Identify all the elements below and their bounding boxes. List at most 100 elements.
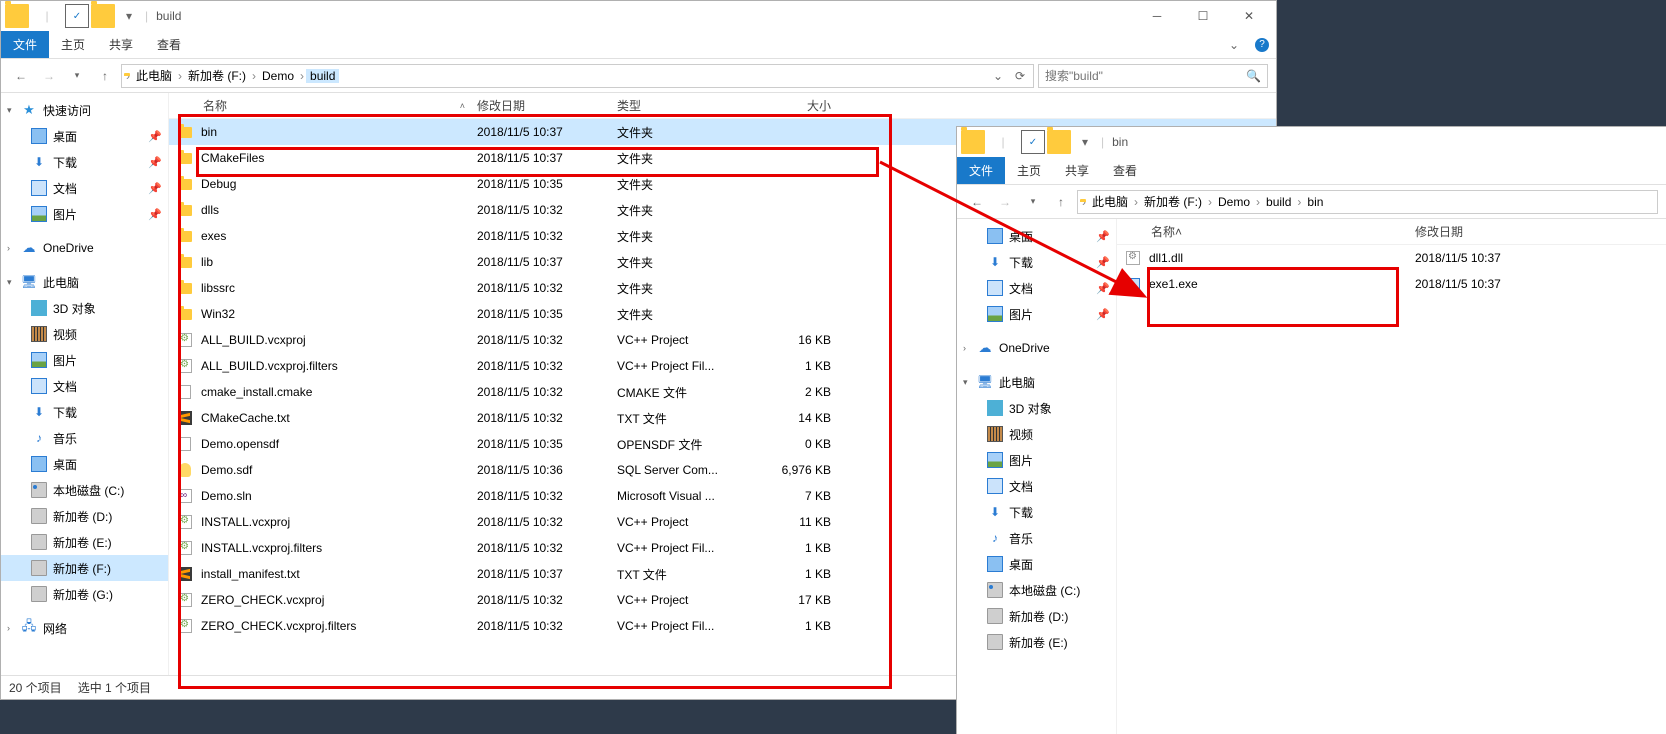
nav-item[interactable]: 新加卷 (D:) (957, 603, 1116, 629)
up-button[interactable]: ↑ (93, 64, 117, 88)
help-icon[interactable]: ? (1248, 31, 1276, 58)
nav-item-icon (31, 482, 47, 498)
nav-this-pc[interactable]: ▾🖥此电脑 (957, 369, 1116, 395)
nav-item[interactable]: 文档 (1, 373, 168, 399)
breadcrumb-seg[interactable]: Demo (258, 69, 298, 83)
breadcrumb-seg[interactable]: Demo (1214, 195, 1254, 209)
file-type: VC++ Project Fil... (609, 541, 759, 555)
address-bar[interactable]: › 此电脑 › 新加卷 (F:) › Demo › build › bin (1077, 190, 1658, 214)
nav-item[interactable]: 新加卷 (G:) (1, 581, 168, 607)
tab-file[interactable]: 文件 (957, 157, 1005, 184)
address-dropdown-icon[interactable]: ⌄ (987, 69, 1009, 83)
search-box[interactable]: 🔍 (1038, 64, 1268, 88)
chevron-right-icon[interactable]: › (176, 69, 184, 83)
nav-item[interactable]: ⬇下载 (957, 499, 1116, 525)
refresh-icon[interactable]: ⟳ (1009, 69, 1031, 83)
tab-home[interactable]: 主页 (1005, 157, 1053, 184)
tab-home[interactable]: 主页 (49, 31, 97, 58)
chevron-right-icon[interactable]: › (298, 69, 306, 83)
tab-view[interactable]: 查看 (1101, 157, 1149, 184)
nav-item[interactable]: 新加卷 (F:) (1, 555, 168, 581)
navigation-pane: 桌面📌⬇下载📌文档📌图片📌 ›☁OneDrive ▾🖥此电脑 3D 对象视频图片… (957, 219, 1117, 734)
nav-item[interactable]: ⬇下载📌 (1, 149, 168, 175)
titlebar: | ✓ ▾ | bin (957, 127, 1666, 157)
nav-item[interactable]: 新加卷 (E:) (957, 629, 1116, 655)
nav-item[interactable]: ♪音乐 (957, 525, 1116, 551)
forward-button[interactable]: → (993, 190, 1017, 214)
breadcrumb-seg[interactable]: 新加卷 (F:) (1140, 193, 1206, 210)
nav-item[interactable]: 新加卷 (D:) (1, 503, 168, 529)
breadcrumb-seg[interactable]: 新加卷 (F:) (184, 67, 250, 84)
chevron-right-icon[interactable]: › (1132, 195, 1140, 209)
nav-item[interactable]: 文档 (957, 473, 1116, 499)
nav-item[interactable]: 图片 (1, 347, 168, 373)
nav-onedrive[interactable]: ›☁OneDrive (1, 235, 168, 261)
nav-item[interactable]: 本地磁盘 (C:) (957, 577, 1116, 603)
chevron-right-icon[interactable]: › (1206, 195, 1214, 209)
up-button[interactable]: ↑ (1049, 190, 1073, 214)
column-date[interactable]: 修改日期 (469, 97, 609, 114)
chevron-right-icon[interactable]: › (1080, 195, 1088, 209)
chevron-right-icon[interactable]: › (124, 69, 132, 83)
breadcrumb-seg[interactable]: 此电脑 (1088, 193, 1132, 210)
nav-item[interactable]: 视频 (1, 321, 168, 347)
nav-item[interactable]: ⬇下载 (1, 399, 168, 425)
nav-quick-access[interactable]: ▾★快速访问 (1, 97, 168, 123)
breadcrumb-seg-current[interactable]: bin (1303, 195, 1327, 209)
nav-item[interactable]: ⬇下载📌 (957, 249, 1116, 275)
tab-share[interactable]: 共享 (97, 31, 145, 58)
nav-item[interactable]: 桌面 (1, 451, 168, 477)
nav-item-icon (31, 534, 47, 550)
nav-item[interactable]: 3D 对象 (957, 395, 1116, 421)
column-type[interactable]: 类型 (609, 97, 759, 114)
file-type: OPENSDF 文件 (609, 436, 759, 453)
chevron-right-icon[interactable]: › (1295, 195, 1303, 209)
close-button[interactable]: ✕ (1226, 2, 1272, 30)
nav-item[interactable]: 3D 对象 (1, 295, 168, 321)
tab-file[interactable]: 文件 (1, 31, 49, 58)
nav-item[interactable]: 本地磁盘 (C:) (1, 477, 168, 503)
back-button[interactable]: ← (965, 190, 989, 214)
nav-item[interactable]: 新加卷 (E:) (1, 529, 168, 555)
tab-share[interactable]: 共享 (1053, 157, 1101, 184)
qat-dropdown-icon[interactable]: ▾ (1073, 130, 1097, 154)
file-row[interactable]: dll1.dll2018/11/5 10:37 (1117, 245, 1666, 271)
qat-check-icon[interactable]: ✓ (65, 4, 89, 28)
nav-onedrive[interactable]: ›☁OneDrive (957, 335, 1116, 361)
recent-dropdown-icon[interactable]: ▾ (1021, 190, 1045, 214)
breadcrumb-seg-current[interactable]: build (306, 69, 339, 83)
chevron-right-icon[interactable]: › (1254, 195, 1262, 209)
back-button[interactable]: ← (9, 64, 33, 88)
column-name[interactable]: 名称˄ (1117, 223, 1407, 240)
chevron-right-icon[interactable]: › (250, 69, 258, 83)
tab-view[interactable]: 查看 (145, 31, 193, 58)
nav-this-pc[interactable]: ▾🖥此电脑 (1, 269, 168, 295)
nav-item[interactable]: 桌面 (957, 551, 1116, 577)
address-bar[interactable]: › 此电脑 › 新加卷 (F:) › Demo › build ⌄ ⟳ (121, 64, 1034, 88)
forward-button[interactable]: → (37, 64, 61, 88)
breadcrumb-seg[interactable]: 此电脑 (132, 67, 176, 84)
nav-item[interactable]: 桌面📌 (957, 223, 1116, 249)
nav-item[interactable]: 文档📌 (1, 175, 168, 201)
nav-item[interactable]: 图片 (957, 447, 1116, 473)
nav-network[interactable]: ›🖧网络 (1, 615, 168, 641)
column-name[interactable]: 名称˄ (169, 97, 469, 114)
recent-dropdown-icon[interactable]: ▾ (65, 64, 89, 88)
qat-check-icon[interactable]: ✓ (1021, 130, 1045, 154)
file-row[interactable]: exe1.exe2018/11/5 10:37 (1117, 271, 1666, 297)
ribbon-expand-icon[interactable]: ⌄ (1220, 31, 1248, 58)
maximize-button[interactable]: ☐ (1180, 2, 1226, 30)
qat-dropdown-icon[interactable]: ▾ (117, 4, 141, 28)
nav-item[interactable]: ♪音乐 (1, 425, 168, 451)
nav-item[interactable]: 图片📌 (957, 301, 1116, 327)
nav-item[interactable]: 文档📌 (957, 275, 1116, 301)
nav-item[interactable]: 图片📌 (1, 201, 168, 227)
nav-item[interactable]: 桌面📌 (1, 123, 168, 149)
nav-item[interactable]: 视频 (957, 421, 1116, 447)
breadcrumb-seg[interactable]: build (1262, 195, 1295, 209)
search-input[interactable] (1045, 69, 1246, 83)
column-date[interactable]: 修改日期 (1407, 223, 1567, 240)
column-size[interactable]: 大小 (759, 97, 849, 114)
search-icon[interactable]: 🔍 (1246, 69, 1261, 83)
minimize-button[interactable]: ─ (1134, 2, 1180, 30)
